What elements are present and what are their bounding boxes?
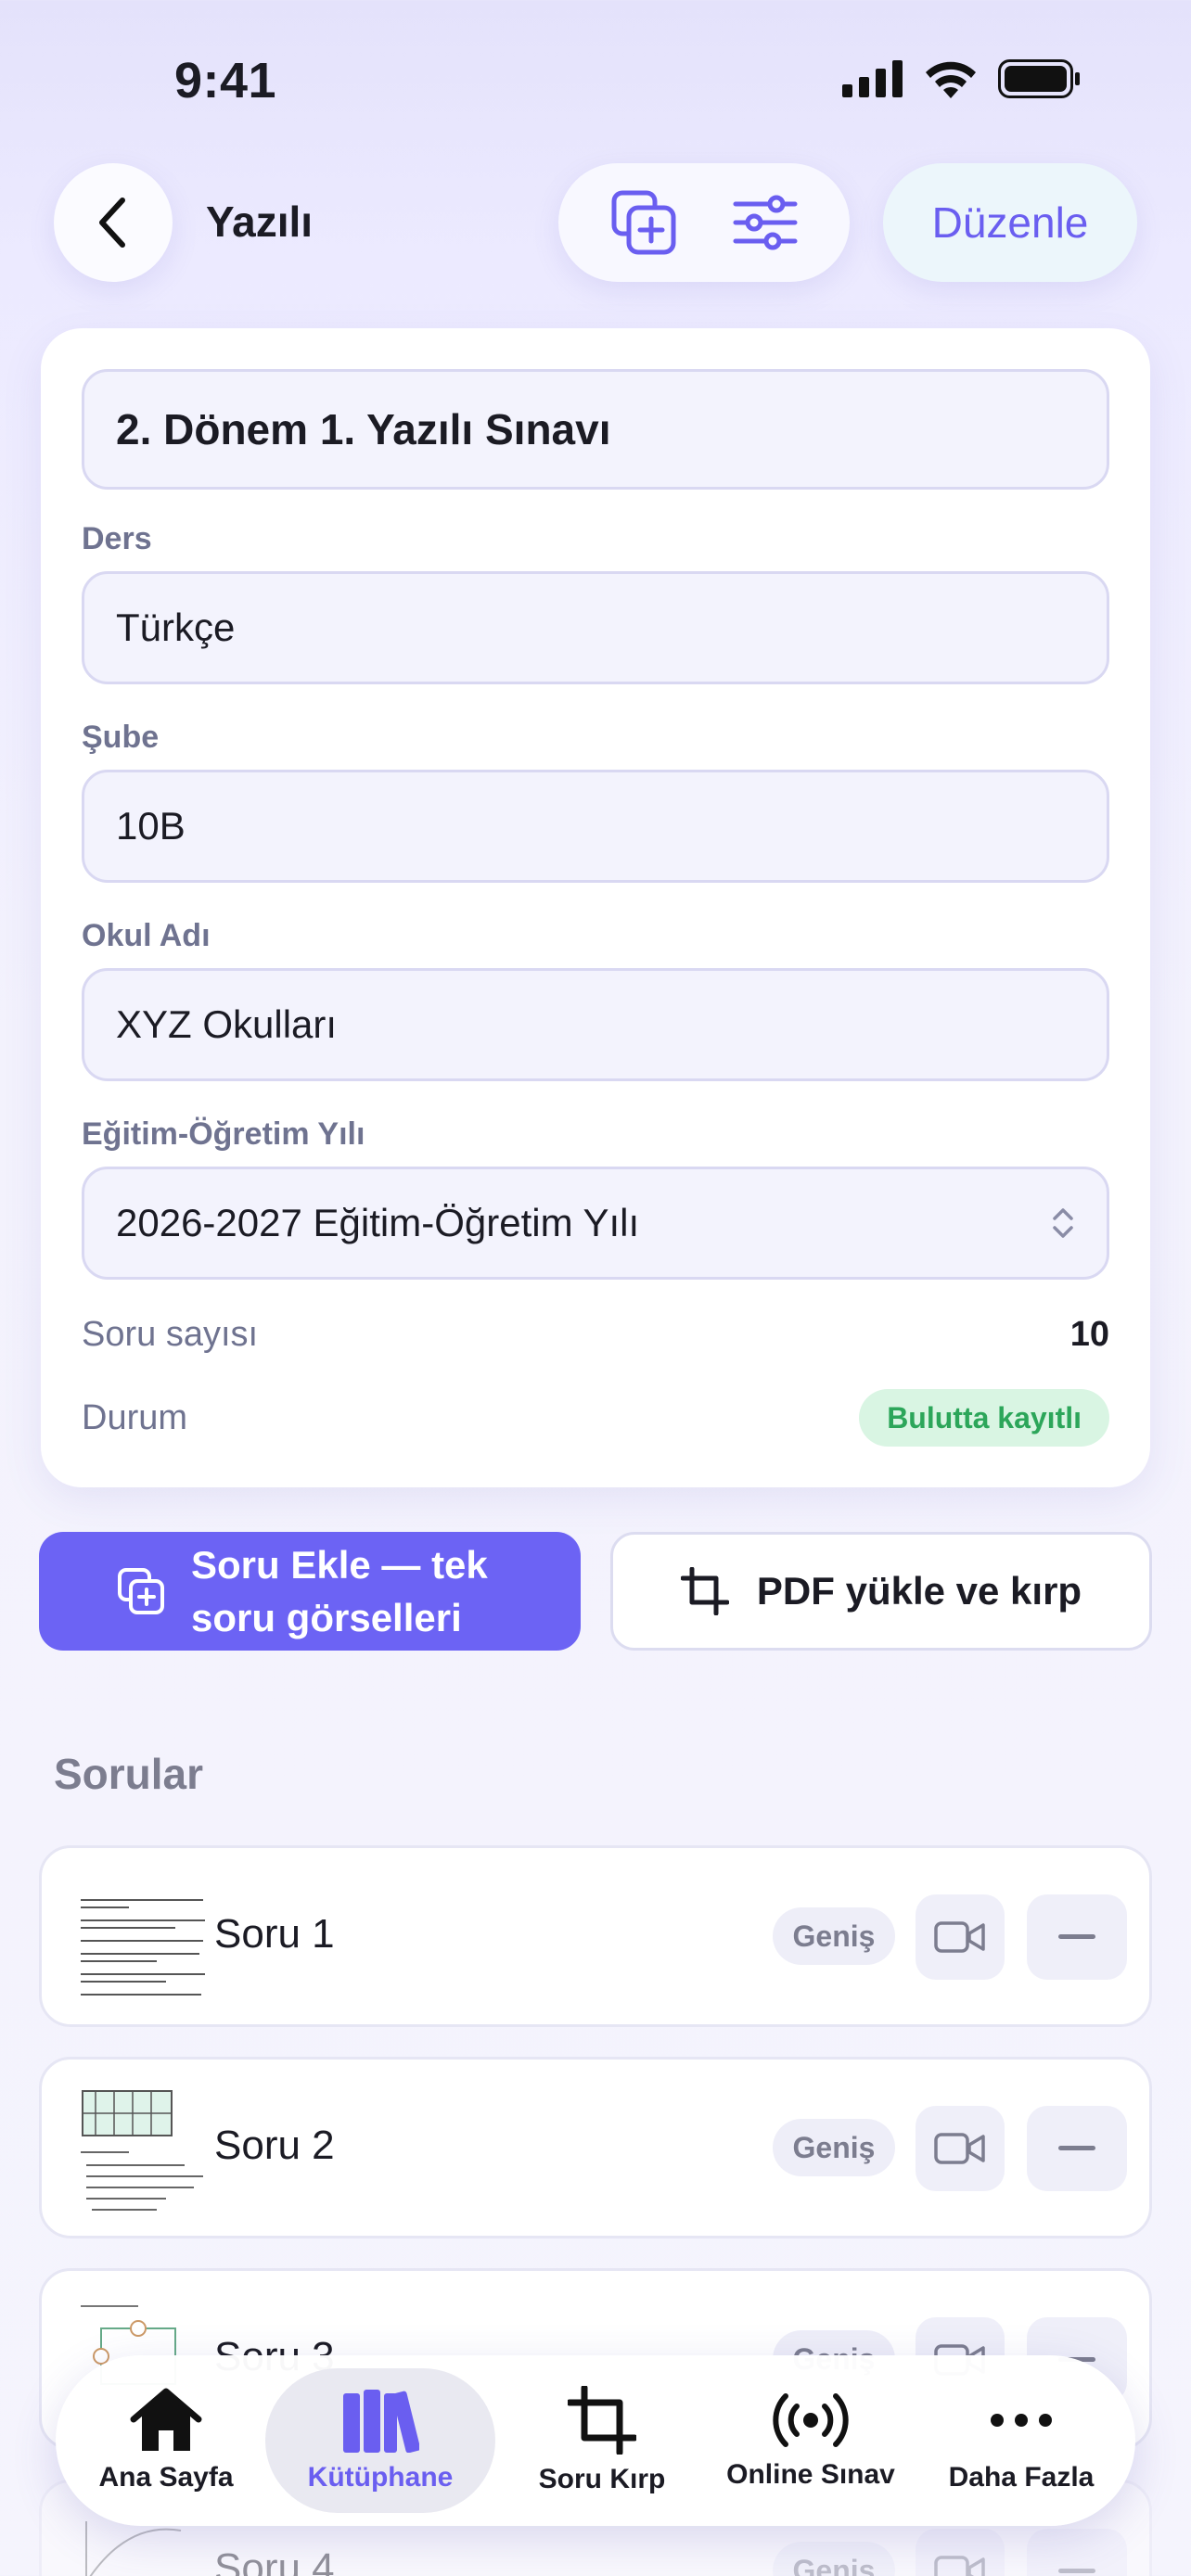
- question-label: Soru 2: [214, 2123, 335, 2168]
- tab-more[interactable]: Daha Fazla: [926, 2355, 1117, 2526]
- course-field[interactable]: Türkçe: [82, 571, 1109, 684]
- video-button[interactable]: [916, 2106, 1005, 2191]
- school-label: Okul Adı: [82, 918, 211, 953]
- year-label: Eğitim-Öğretim Yılı: [82, 1116, 365, 1152]
- video-button[interactable]: [916, 2529, 1005, 2576]
- crop-icon: [568, 2386, 636, 2455]
- settings-button[interactable]: [719, 176, 812, 269]
- crop-icon: [680, 1567, 729, 1615]
- questions-section-title: Sorular: [54, 1750, 204, 1798]
- minus-icon: [1058, 2569, 1095, 2573]
- video-camera-icon: [934, 2133, 985, 2164]
- question-count-value: 10: [1069, 1315, 1109, 1354]
- duplicate-add-icon: [611, 190, 675, 255]
- school-field[interactable]: XYZ Okulları: [82, 968, 1109, 1081]
- status-icons: [842, 59, 1082, 98]
- duplicate-button[interactable]: [597, 176, 690, 269]
- course-value: Türkçe: [116, 606, 236, 649]
- year-select[interactable]: 2026-2027 Eğitim-Öğretim Yılı: [82, 1167, 1109, 1280]
- edit-button[interactable]: Düzenle: [883, 163, 1137, 282]
- battery-icon: [998, 59, 1080, 98]
- add-question-label: Soru Ekle — tek soru görselleri: [191, 1542, 488, 1639]
- library-icon: [343, 2390, 419, 2453]
- tab-label: Online Sınav: [726, 2459, 895, 2490]
- question-label: Soru 1: [214, 1911, 335, 1957]
- pdf-upload-crop-label: PDF yükle ve kırp: [756, 1569, 1082, 1613]
- chevron-left-icon: [99, 198, 125, 248]
- status-bar: 9:41: [0, 0, 1191, 158]
- status-badge: Bulutta kayıtlı: [859, 1389, 1109, 1447]
- question-row[interactable]: Soru 2 Geniş: [39, 2057, 1152, 2238]
- back-button[interactable]: [54, 163, 173, 282]
- chevron-up-down-icon: [1053, 1208, 1073, 1238]
- question-label: Soru 4: [214, 2545, 335, 2576]
- question-count-label: Soru sayısı: [82, 1315, 259, 1354]
- branch-label: Şube: [82, 720, 160, 755]
- remove-question-button[interactable]: [1027, 1894, 1127, 1980]
- video-camera-icon: [934, 1921, 985, 1953]
- page-title: Yazılı: [206, 198, 314, 246]
- status-time: 9:41: [174, 53, 277, 108]
- add-question-button[interactable]: Soru Ekle — tek soru görselleri: [39, 1532, 581, 1651]
- video-button[interactable]: [916, 1894, 1005, 1980]
- branch-value: 10B: [116, 804, 186, 848]
- wifi-icon: [926, 61, 976, 98]
- minus-icon: [1058, 1934, 1095, 1939]
- course-label: Ders: [82, 521, 152, 556]
- status-label: Durum: [82, 1398, 188, 1437]
- school-value: XYZ Okulları: [116, 1002, 338, 1046]
- tab-label: Daha Fazla: [948, 2462, 1095, 2493]
- tab-crop[interactable]: Soru Kırp: [505, 2355, 699, 2526]
- remove-question-button[interactable]: [1027, 2529, 1127, 2576]
- width-chip[interactable]: Geniş: [773, 2542, 895, 2576]
- remove-question-button[interactable]: [1027, 2106, 1127, 2191]
- toolbar-pill: [558, 163, 850, 282]
- question-thumbnail: [73, 2080, 212, 2217]
- tab-label: Ana Sayfa: [98, 2462, 234, 2493]
- tab-label: Kütüphane: [307, 2462, 454, 2493]
- year-value: 2026-2027 Eğitim-Öğretim Yılı: [116, 1201, 640, 1244]
- broadcast-icon: [773, 2393, 849, 2447]
- pdf-upload-crop-button[interactable]: PDF yükle ve kırp: [610, 1532, 1152, 1651]
- home-icon: [130, 2388, 202, 2451]
- more-icon: [991, 2414, 1052, 2427]
- signal-icon: [842, 60, 903, 97]
- tab-online-exam[interactable]: Online Sınav: [707, 2355, 915, 2526]
- tab-home[interactable]: Ana Sayfa: [78, 2355, 254, 2526]
- question-thumbnail: [73, 1868, 212, 2006]
- width-chip[interactable]: Geniş: [773, 1907, 895, 1965]
- branch-field[interactable]: 10B: [82, 770, 1109, 883]
- exam-title-field[interactable]: 2. Dönem 1. Yazılı Sınavı: [82, 369, 1109, 490]
- tab-bar: Ana Sayfa Kütüphane Soru Kırp Online Sın…: [56, 2355, 1135, 2526]
- width-chip[interactable]: Geniş: [773, 2119, 895, 2176]
- exam-details-card: 2. Dönem 1. Yazılı Sınavı Ders Türkçe Şu…: [41, 328, 1150, 1487]
- tab-label: Soru Kırp: [538, 2464, 666, 2494]
- minus-icon: [1058, 2146, 1095, 2150]
- tab-library[interactable]: Kütüphane: [265, 2368, 495, 2513]
- sliders-icon: [733, 195, 797, 250]
- exam-title-value: 2. Dönem 1. Yazılı Sınavı: [116, 405, 611, 453]
- question-row[interactable]: Soru 1 Geniş: [39, 1845, 1152, 2027]
- video-camera-icon: [934, 2556, 985, 2576]
- duplicate-add-icon: [118, 1568, 164, 1614]
